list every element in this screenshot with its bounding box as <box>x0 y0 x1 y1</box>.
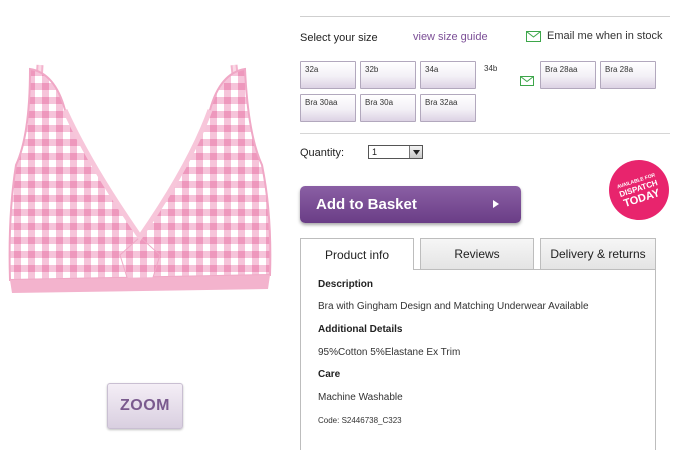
divider <box>300 133 670 134</box>
size-guide-link[interactable]: view size guide <box>413 31 488 43</box>
size-label: Select your size <box>300 32 378 44</box>
arrow-right-icon <box>493 200 499 208</box>
size-option[interactable]: 32b <box>360 61 416 89</box>
size-option[interactable]: Bra 32aa <box>420 94 476 122</box>
add-to-basket-label: Add to Basket <box>316 196 417 213</box>
email-stock-label: Email me when in stock <box>547 30 663 42</box>
details-text: 95%Cotton 5%Elastane Ex Trim <box>318 347 461 358</box>
care-text: Machine Washable <box>318 392 403 403</box>
size-option[interactable]: Bra 30a <box>360 94 416 122</box>
bra-illustration <box>8 64 272 293</box>
description-heading: Description <box>318 279 374 290</box>
quantity-select[interactable]: 1 <box>368 145 423 159</box>
product-code: Code: S2446738_C323 <box>318 416 402 425</box>
size-option[interactable]: Bra 30aa <box>300 94 356 122</box>
envelope-icon <box>526 30 541 42</box>
dispatch-today-badge: AVAILABLE FOR DISPATCH TODAY <box>609 160 669 220</box>
divider <box>300 16 670 17</box>
tab-delivery-returns[interactable]: Delivery & returns <box>540 238 656 269</box>
details-heading: Additional Details <box>318 324 403 335</box>
size-option[interactable]: 32a <box>300 61 356 89</box>
zoom-button[interactable]: ZOOM <box>107 383 183 429</box>
care-heading: Care <box>318 369 341 380</box>
product-image <box>0 55 282 300</box>
quantity-value: 1 <box>372 147 378 157</box>
size-option-label: 34b <box>484 64 498 73</box>
size-option[interactable]: 34a <box>420 61 476 89</box>
envelope-icon <box>520 76 534 86</box>
email-stock-link[interactable]: Email me when in stock <box>526 30 663 42</box>
size-option-out-of-stock[interactable]: 34b <box>480 61 536 89</box>
add-to-basket-button[interactable]: Add to Basket <box>300 186 521 223</box>
description-text: Bra with Gingham Design and Matching Und… <box>318 301 589 312</box>
product-info-panel: Description Bra with Gingham Design and … <box>300 269 656 450</box>
tab-reviews[interactable]: Reviews <box>420 238 534 269</box>
quantity-label: Quantity: <box>300 147 345 159</box>
tab-product-info[interactable]: Product info <box>300 238 414 270</box>
size-option[interactable]: Bra 28aa <box>540 61 596 89</box>
size-option[interactable]: Bra 28a <box>600 61 656 89</box>
chevron-down-icon[interactable] <box>409 146 422 158</box>
